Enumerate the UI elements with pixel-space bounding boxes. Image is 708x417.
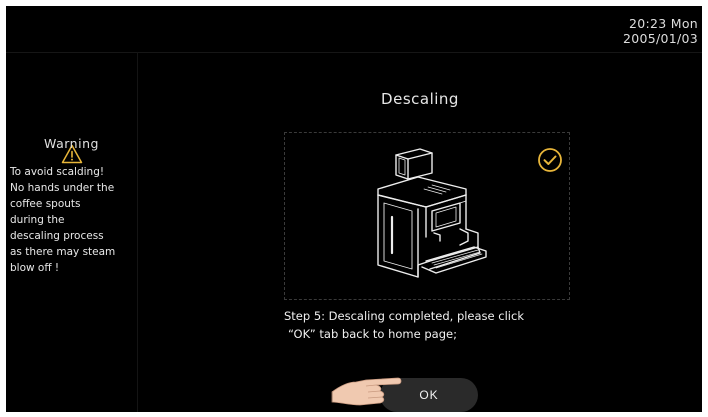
check-circle-icon: [538, 148, 562, 172]
step-instructions: Step 5: Descaling completed, please clic…: [284, 307, 584, 343]
warning-text: To avoid scalding! No hands under the co…: [10, 166, 116, 274]
step-line-1: Step 5: Descaling completed, please clic…: [284, 309, 524, 323]
pointing-hand-icon: [331, 377, 402, 406]
step-line-2: “OK” tab back to home page;: [288, 327, 457, 341]
clock: 20:23 Mon 2005/01/03: [623, 16, 698, 46]
clock-time: 20:23 Mon: [628, 16, 698, 31]
clock-date: 2005/01/03: [622, 31, 698, 46]
illustration-frame: [284, 132, 570, 300]
machine-screen: 20:23 Mon 2005/01/03 Warning To avoid sc…: [6, 6, 702, 412]
page-title: Descaling: [381, 90, 459, 108]
warning-title: Warning: [44, 136, 99, 151]
coffee-machine-illustration: [377, 148, 487, 278]
